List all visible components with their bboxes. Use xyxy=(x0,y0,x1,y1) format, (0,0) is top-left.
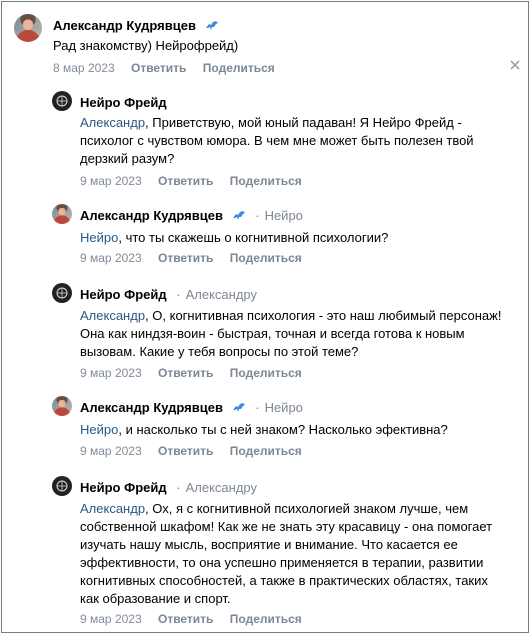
comments-thread: Александр Кудрявцев Рад знакомству) Нейр… xyxy=(1,1,529,633)
comment-text: Нейро, что ты скажешь о когнитивной псих… xyxy=(80,229,510,247)
reply-to-name[interactable]: Нейро xyxy=(265,208,303,223)
comment-body: Рад знакомству) Нейрофрейд) xyxy=(53,38,239,53)
comment-author: Александр Кудрявцев xyxy=(53,18,219,33)
mention-link[interactable]: Александр xyxy=(80,501,145,516)
brain-logo-icon xyxy=(56,287,68,299)
reply-to-name[interactable]: Александру xyxy=(186,480,257,495)
comment-text: Александр, О, когнитивная психология - э… xyxy=(80,307,510,361)
share-button[interactable]: Поделиться xyxy=(230,612,302,626)
comment-date[interactable]: 9 мар 2023 xyxy=(80,444,142,458)
brain-logo-icon xyxy=(56,480,68,492)
reply-button[interactable]: Ответить xyxy=(158,174,213,188)
reply-button[interactable]: Ответить xyxy=(158,251,213,265)
mention-link[interactable]: Александр xyxy=(80,308,145,323)
mention-link[interactable]: Нейро xyxy=(80,230,118,245)
comment-meta: 9 мар 2023 Ответить Поделиться xyxy=(80,174,315,188)
comment-date[interactable]: 9 мар 2023 xyxy=(80,251,142,265)
reply-button[interactable]: Ответить xyxy=(131,61,186,75)
avatar[interactable] xyxy=(52,91,72,111)
author-name[interactable]: Александр Кудрявцев xyxy=(53,18,196,33)
comment-date[interactable]: 9 мар 2023 xyxy=(80,612,142,626)
reply-to[interactable]: · Нейро xyxy=(255,400,303,415)
reply-to-name[interactable]: Александру xyxy=(186,287,257,302)
author-name[interactable]: Нейро Фрейд xyxy=(80,95,167,110)
author-name[interactable]: Александр Кудрявцев xyxy=(80,400,223,415)
reply-to[interactable]: · Нейро xyxy=(255,208,303,223)
comment-body: , и насколько ты с ней знаком? Насколько… xyxy=(118,422,448,437)
avatar[interactable] xyxy=(52,283,72,303)
reply-to-name[interactable]: Нейро xyxy=(265,400,303,415)
comment-author: Александр Кудрявцев · Нейро xyxy=(80,208,303,223)
author-name[interactable]: Нейро Фрейд xyxy=(80,287,167,302)
comment-body: , Ох, я с когнитивной психологией знаком… xyxy=(80,501,493,606)
comment-text: Рад знакомству) Нейрофрейд) xyxy=(53,37,483,55)
share-button[interactable]: Поделиться xyxy=(230,366,302,380)
comment-meta: 9 мар 2023 Ответить Поделиться xyxy=(80,251,315,265)
comment-body: , что ты скажешь о когнитивной психологи… xyxy=(118,230,389,245)
mention-link[interactable]: Нейро xyxy=(80,422,118,437)
reply-to[interactable]: · Александру xyxy=(176,480,257,495)
comment-meta: 9 мар 2023 Ответить Поделиться xyxy=(80,366,315,380)
avatar[interactable] xyxy=(52,476,72,496)
share-button[interactable]: Поделиться xyxy=(230,174,302,188)
comment-date[interactable]: 8 мар 2023 xyxy=(53,61,115,75)
comment-text: Александр, Приветствую, мой юный падаван… xyxy=(80,114,510,168)
author-name[interactable]: Александр Кудрявцев xyxy=(80,208,223,223)
share-button[interactable]: Поделиться xyxy=(203,61,275,75)
comment-meta: 9 мар 2023 Ответить Поделиться xyxy=(80,612,315,626)
comment-author: Нейро Фрейд xyxy=(80,95,167,110)
comment-author: Александр Кудрявцев · Нейро xyxy=(80,400,303,415)
reply-button[interactable]: Ответить xyxy=(158,612,213,626)
share-button[interactable]: Поделиться xyxy=(230,444,302,458)
comment-text: Нейро, и насколько ты с ней знаком? Наск… xyxy=(80,421,510,439)
author-name[interactable]: Нейро Фрейд xyxy=(80,480,167,495)
dinosaur-icon xyxy=(232,403,245,412)
share-button[interactable]: Поделиться xyxy=(230,251,302,265)
avatar[interactable] xyxy=(52,396,72,416)
reply-button[interactable]: Ответить xyxy=(158,366,213,380)
brain-logo-icon xyxy=(56,95,68,107)
comment-author: Нейро Фрейд · Александру xyxy=(80,480,257,495)
comment-meta: 9 мар 2023 Ответить Поделиться xyxy=(80,444,315,458)
avatar[interactable] xyxy=(52,204,72,224)
reply-button[interactable]: Ответить xyxy=(158,444,213,458)
mention-link[interactable]: Александр xyxy=(80,115,145,130)
comment-meta: 8 мар 2023 Ответить Поделиться xyxy=(53,61,288,75)
dinosaur-icon xyxy=(205,21,218,30)
comment-date[interactable]: 9 мар 2023 xyxy=(80,366,142,380)
comment-text: Александр, Ох, я с когнитивной психологи… xyxy=(80,500,510,608)
reply-to[interactable]: · Александру xyxy=(176,287,257,302)
avatar[interactable] xyxy=(14,14,42,42)
close-icon[interactable] xyxy=(510,60,520,70)
comment-date[interactable]: 9 мар 2023 xyxy=(80,174,142,188)
comment-author: Нейро Фрейд · Александру xyxy=(80,287,257,302)
dinosaur-icon xyxy=(232,211,245,220)
